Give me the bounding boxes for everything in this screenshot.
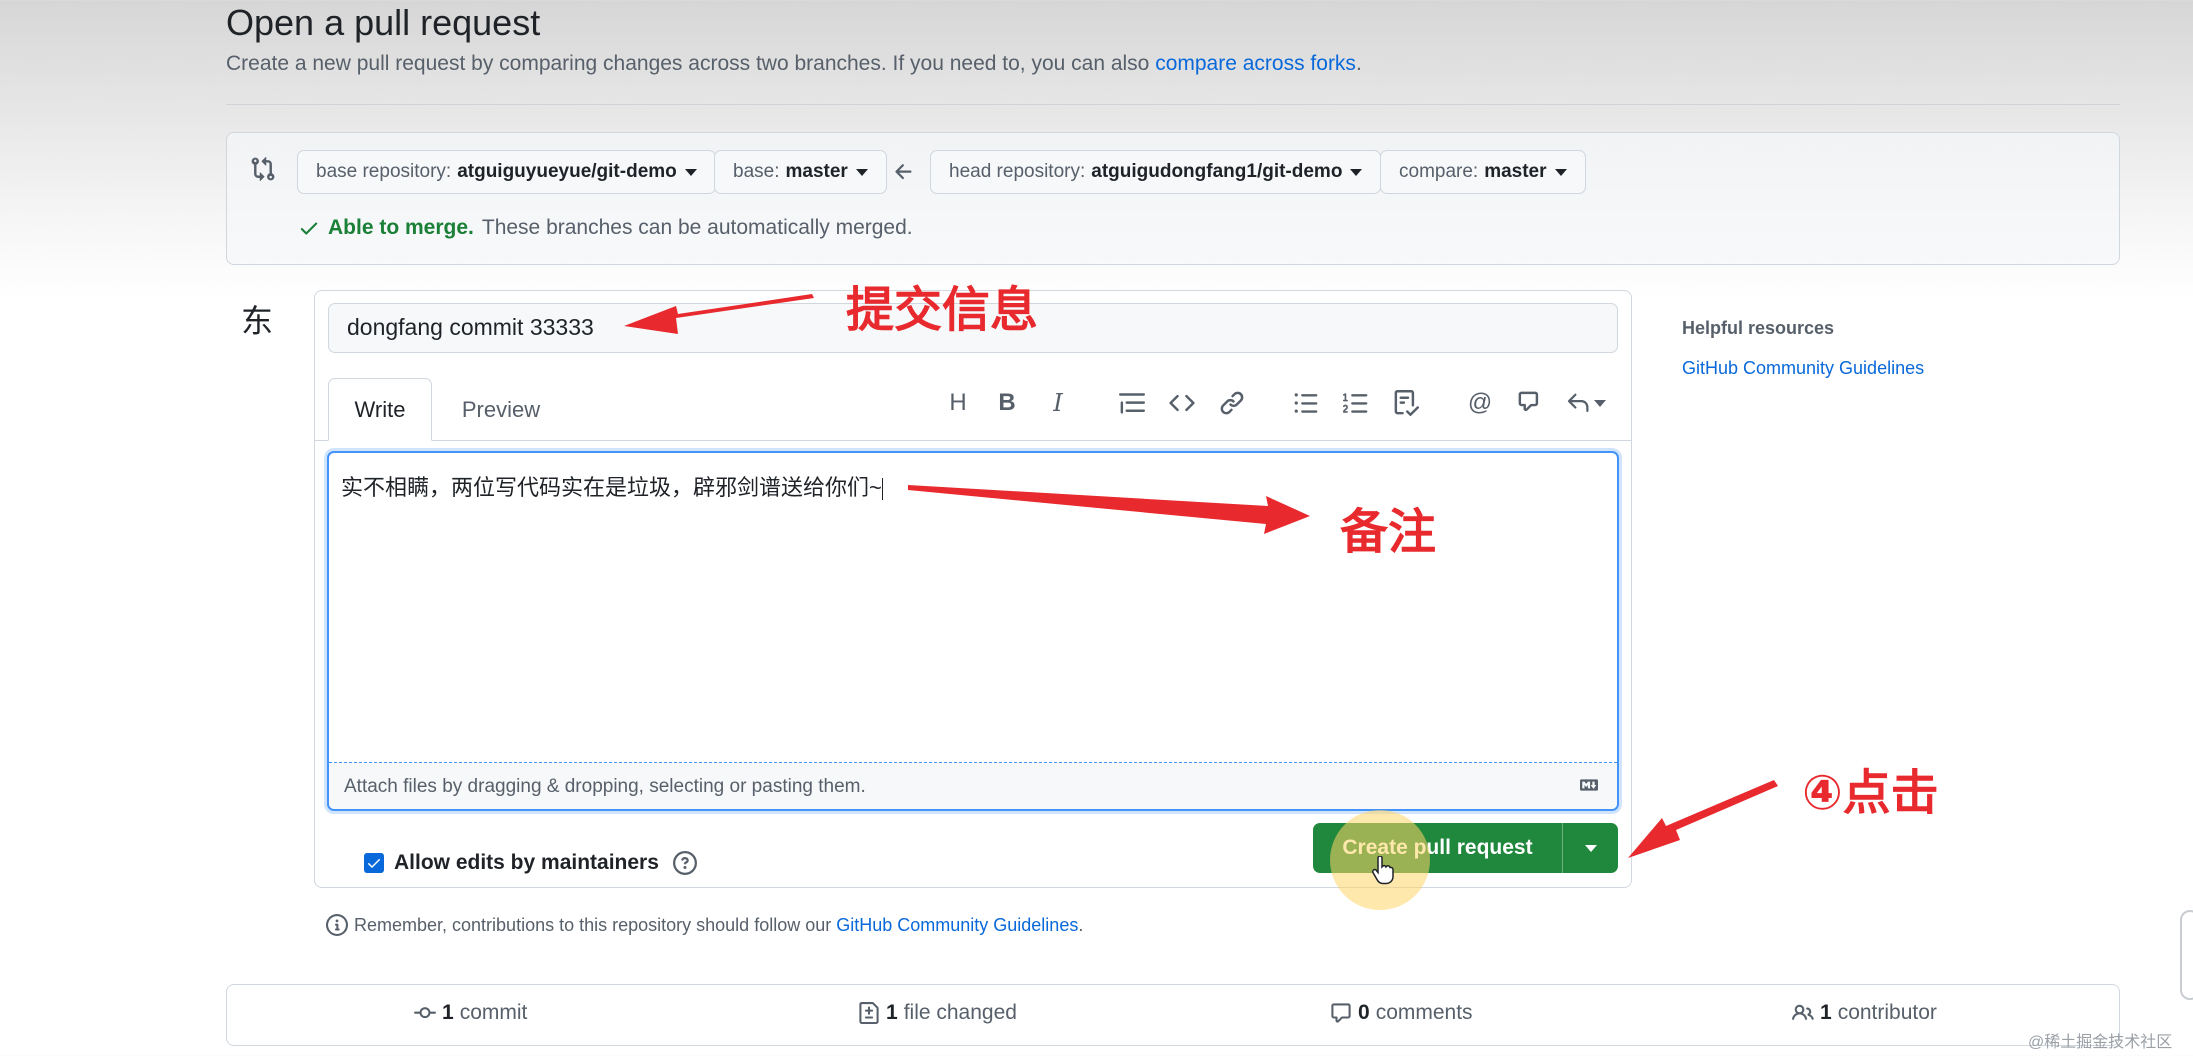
tab-write[interactable]: Write — [328, 378, 432, 441]
allow-edits-checkbox[interactable] — [364, 853, 384, 873]
files-label: file changed — [903, 1001, 1017, 1024]
pr-body-text: 实不相瞒，两位写代码实在是垃圾，辟邪剑谱送给你们~ — [341, 470, 883, 502]
page-subtitle: Create a new pull request by comparing c… — [226, 52, 1362, 76]
reminder-text: Remember, contributions to this reposito… — [354, 914, 837, 935]
hand-cursor-icon — [1372, 856, 1394, 885]
compare-branch-select[interactable]: compare: master — [1380, 150, 1586, 194]
info-icon — [326, 914, 348, 936]
contributors-count: 1 — [1820, 1001, 1832, 1024]
caret-down-icon — [1584, 844, 1597, 852]
contributors-summary[interactable]: 1 contributor — [1792, 1001, 1937, 1025]
base-repo-label: base repository: — [316, 161, 452, 182]
base-repository-select[interactable]: base repository: atguiguyueyue/git-demo — [297, 150, 716, 194]
head-repo-label: head repository: — [949, 161, 1086, 182]
ordered-list-icon[interactable] — [1340, 387, 1372, 419]
code-icon[interactable] — [1166, 387, 1198, 419]
scroll-handle[interactable] — [2180, 910, 2193, 1000]
caret-down-icon — [855, 168, 868, 176]
merge-ok-text: Able to merge. — [328, 216, 474, 239]
comments-count: 0 — [1358, 1001, 1370, 1024]
git-compare-icon — [251, 156, 275, 182]
subtitle-end: . — [1355, 52, 1362, 75]
base-repo-value: atguiguyueyue/git-demo — [457, 161, 677, 182]
unordered-list-icon[interactable] — [1290, 387, 1322, 419]
reply-icon[interactable] — [1564, 387, 1608, 419]
files-count: 1 — [886, 1001, 898, 1024]
arrow-left-icon — [895, 164, 912, 180]
comments-label: comments — [1375, 1001, 1473, 1024]
contributors-label: contributor — [1837, 1001, 1937, 1024]
watermark: @稀土掘金技术社区 — [2028, 1034, 2173, 1051]
comment-icon — [1331, 1003, 1351, 1023]
head-repository-select[interactable]: head repository: atguigudongfang1/git-dem… — [930, 150, 1382, 194]
pr-body-value: 实不相瞒，两位写代码实在是垃圾，辟邪剑谱送给你们~ — [341, 475, 882, 500]
commits-count: 1 — [442, 1001, 454, 1024]
community-guidelines-link[interactable]: GitHub Community Guidelines — [836, 915, 1078, 935]
avatar: 东 — [241, 303, 274, 339]
caret-down-icon — [1594, 399, 1606, 407]
contribution-reminder: Remember, contributions to this reposito… — [326, 914, 1083, 936]
comments-summary[interactable]: 0 comments — [1330, 1001, 1473, 1025]
quote-icon[interactable] — [1116, 387, 1148, 419]
helpful-resources-title: Helpful resources — [1682, 318, 1835, 338]
markdown-icon[interactable] — [1576, 776, 1602, 794]
tab-preview[interactable]: Preview — [446, 378, 556, 441]
subtitle-text: Create a new pull request by comparing c… — [226, 52, 1156, 75]
mention-icon[interactable]: @ — [1464, 387, 1496, 419]
divider — [226, 104, 2120, 105]
merge-detail-text: These branches can be automatically merg… — [481, 216, 913, 239]
question-icon[interactable] — [672, 851, 697, 875]
people-icon — [1792, 1004, 1814, 1020]
bold-icon[interactable]: B — [991, 387, 1023, 419]
attach-files-text: Attach files by dragging & dropping, sel… — [344, 776, 866, 797]
annotation-click: ④点击 — [1802, 765, 1939, 821]
text-cursor — [881, 478, 883, 501]
italic-icon[interactable]: I — [1042, 387, 1074, 419]
annotation-commit-info: 提交信息 — [846, 282, 1039, 338]
page-title: Open a pull request — [226, 2, 541, 43]
base-label: base: — [733, 161, 780, 182]
compare-across-forks-link[interactable]: compare across forks — [1155, 52, 1356, 75]
allow-edits-label: Allow edits by maintainers — [394, 851, 659, 874]
allow-edits-option[interactable]: Allow edits by maintainers — [364, 851, 697, 875]
commits-label: commit — [459, 1001, 528, 1024]
base-branch-select[interactable]: base: master — [714, 150, 887, 194]
heading-icon[interactable]: H — [942, 387, 974, 419]
task-list-icon[interactable] — [1390, 387, 1422, 419]
caret-down-icon — [1554, 168, 1567, 176]
commit-icon — [414, 1007, 436, 1019]
file-diff-icon — [859, 1002, 879, 1024]
reference-icon[interactable] — [1514, 387, 1546, 419]
files-changed-summary[interactable]: 1 file changed — [858, 1001, 1017, 1025]
attach-divider — [329, 762, 1617, 763]
reminder-end: . — [1078, 914, 1084, 935]
compare-label: compare: — [1399, 161, 1479, 182]
annotation-note: 备注 — [1340, 504, 1437, 560]
caret-down-icon — [1350, 168, 1363, 176]
compare-value: master — [1484, 161, 1547, 182]
commits-summary[interactable]: 1 commit — [414, 1001, 527, 1025]
head-repo-value: atguigudongfang1/git-demo — [1091, 161, 1343, 182]
caret-down-icon — [684, 168, 697, 176]
check-icon — [300, 222, 318, 235]
base-value: master — [785, 161, 848, 182]
check-icon — [368, 859, 380, 868]
annotation-arrow-click — [1628, 780, 1778, 858]
merge-status: Able to merge. These branches can be aut… — [298, 216, 913, 240]
sidebar-community-guidelines-link[interactable]: GitHub Community Guidelines — [1682, 358, 1924, 379]
link-icon[interactable] — [1216, 387, 1248, 419]
create-options-dropdown[interactable] — [1563, 844, 1618, 852]
